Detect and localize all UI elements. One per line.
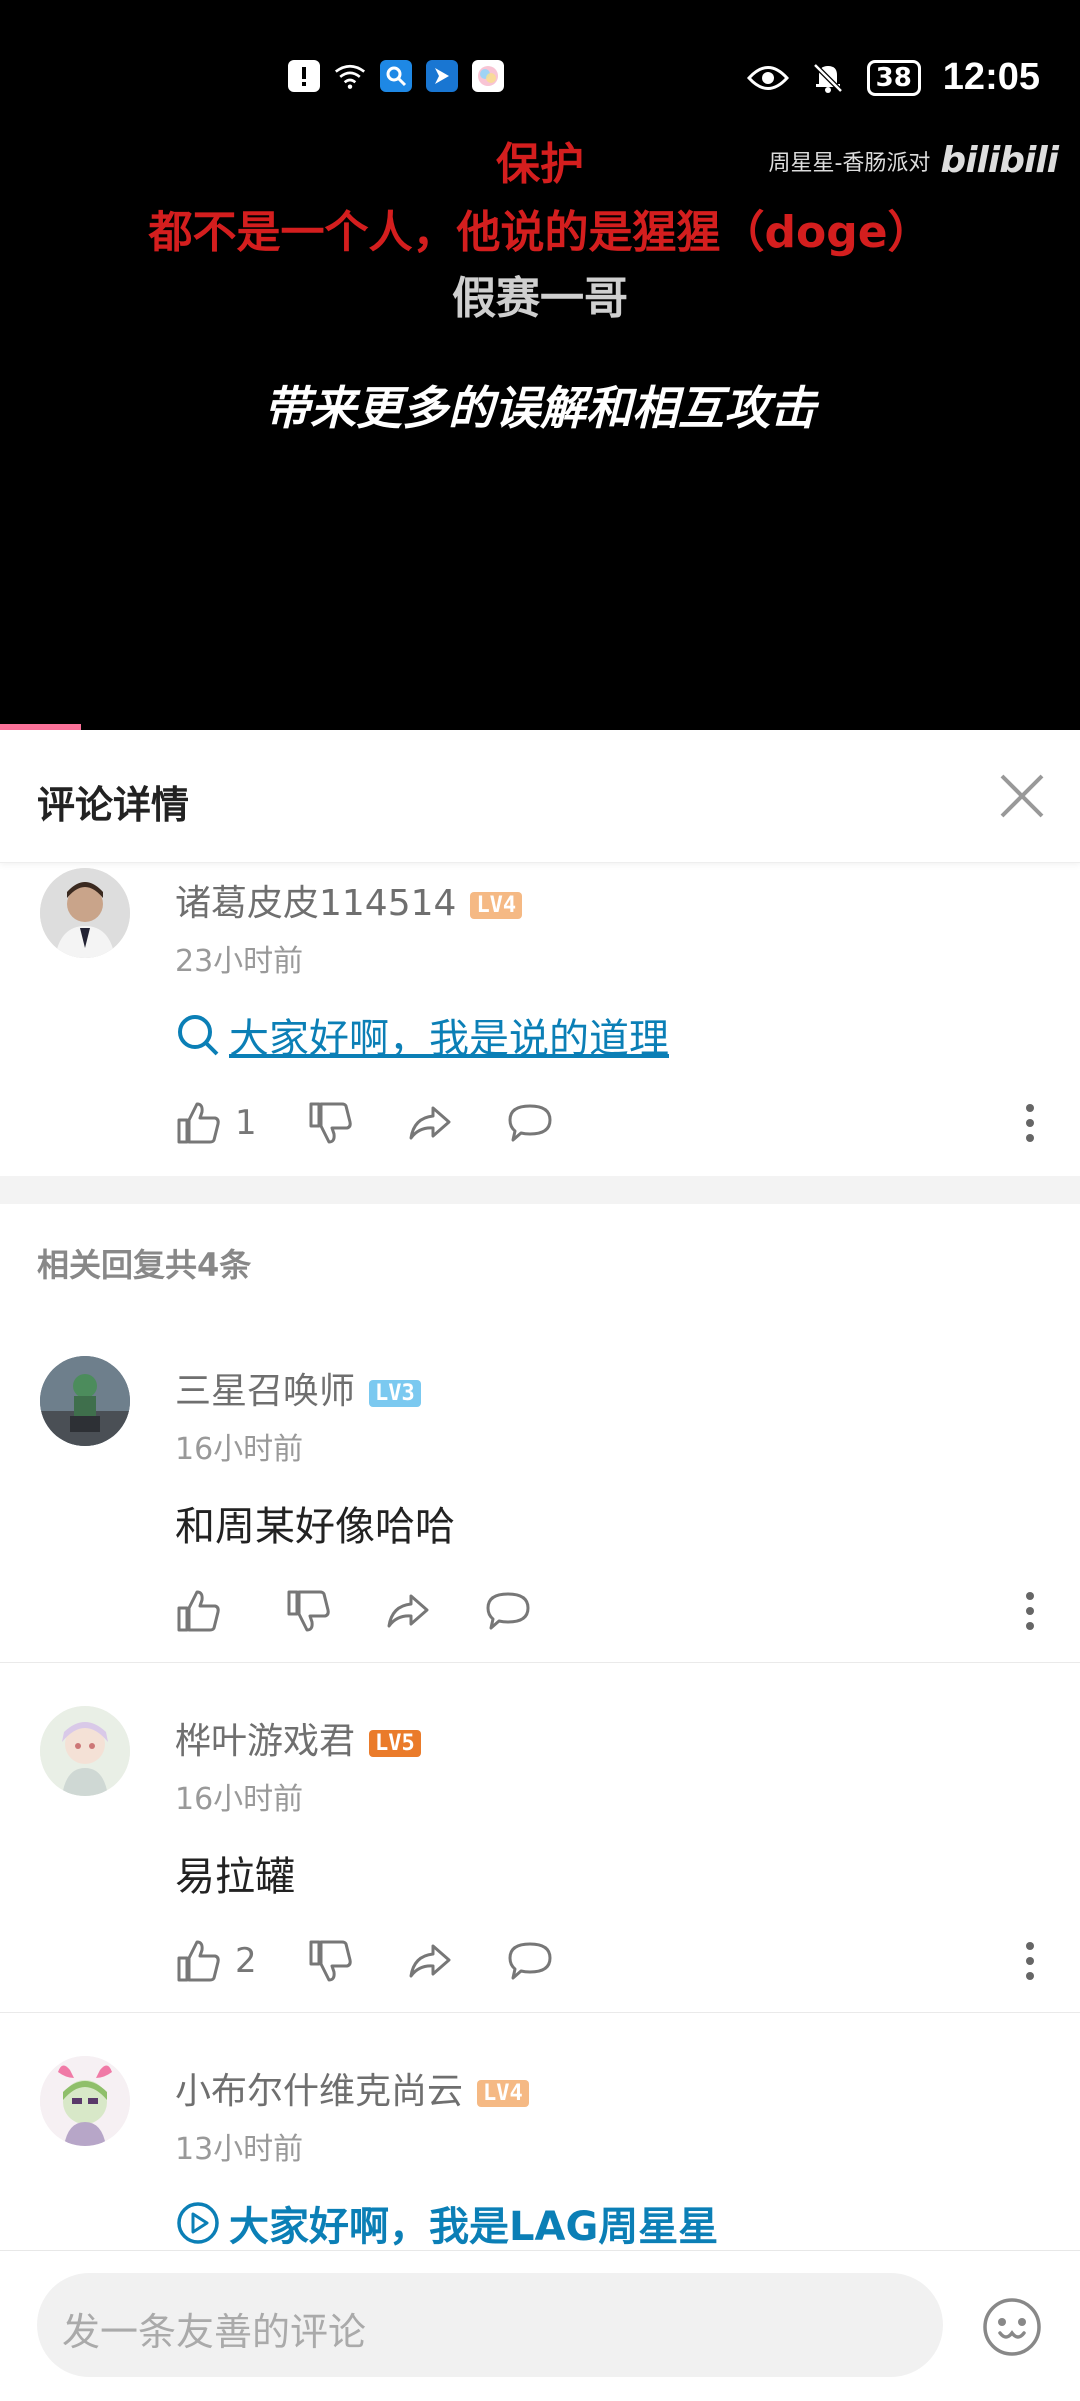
comment-text: 和周某好像哈哈 (175, 1504, 455, 1550)
comment-video-link[interactable]: 大家好啊，我是LAG周星星 (175, 2194, 718, 2252)
wifi-icon (334, 60, 366, 92)
like-count: 1 (235, 1103, 257, 1143)
share-button[interactable] (407, 1936, 457, 1986)
close-icon[interactable] (994, 768, 1050, 824)
danmaku-line: 都不是一个人，他说的是猩猩（doge） (148, 207, 932, 258)
thumbs-up-icon (177, 1940, 220, 1982)
thumbs-up-icon (177, 1590, 220, 1632)
reply-button[interactable] (507, 1936, 557, 1986)
dislike-button[interactable] (307, 1098, 357, 1148)
comment-actions (175, 1586, 585, 1636)
reply-item: 小布尔什维克尚云 LV4 13小时前 大家好啊，我是LAG周星星 (0, 2050, 1080, 2250)
search-icon (178, 1015, 219, 1056)
avatar[interactable] (40, 2056, 130, 2146)
more-options-icon[interactable] (1022, 1098, 1038, 1148)
like-button[interactable]: 2 (175, 1938, 257, 1984)
like-button[interactable]: 1 (175, 1100, 257, 1146)
clock: 12:05 (942, 56, 1040, 98)
reply-separator (0, 1662, 1080, 1663)
username-row: 桦叶游戏君 LV5 (175, 1712, 421, 1764)
alert-icon (288, 60, 320, 92)
battery-indicator: 38 (866, 59, 921, 96)
mute-bell-icon (812, 62, 843, 93)
level-badge: LV3 (369, 1379, 421, 1407)
status-bar: 38 12:05 (0, 50, 1080, 110)
danmaku-line: 假赛一哥 (452, 273, 628, 324)
play-circle-icon (177, 2202, 219, 2244)
share-icon (409, 1106, 451, 1140)
dislike-button[interactable] (307, 1936, 357, 1986)
username[interactable]: 三星召唤师 (175, 1371, 355, 1412)
danmaku-line: 保护 (496, 139, 584, 190)
username-row: 三星召唤师 LV3 (175, 1362, 421, 1414)
comment-bubble-icon (508, 1942, 552, 1980)
avatar[interactable] (40, 1706, 130, 1796)
comment-time: 16小时前 (175, 1432, 304, 1467)
video-player[interactable]: 38 12:05 周星星-香肠派对 bilibili 保护 都不是一个人，他说的… (0, 0, 1080, 730)
emoji-icon[interactable] (982, 2297, 1042, 2357)
more-options-icon[interactable] (1022, 1936, 1038, 1986)
comment-text[interactable]: 大家好啊，我是LAG周星星 (229, 2194, 718, 2252)
comment-text[interactable]: 大家好啊，我是说的道理 (229, 1006, 669, 1064)
input-placeholder: 发一条友善的评论 (62, 2310, 367, 2354)
video-subtitle: 带来更多的误解和相互攻击 (264, 381, 816, 435)
comment-time: 23小时前 (175, 944, 304, 979)
reply-item: 桦叶游戏君 LV5 16小时前 易拉罐 2 (0, 1700, 1080, 2012)
comment-bubble-icon (508, 1104, 552, 1142)
comment-bubble-icon (486, 1592, 530, 1630)
main-comment: 诸葛皮皮114514 LV4 23小时前 大家好啊，我是说的道理 1 (0, 862, 1080, 1176)
comment-text: 易拉罐 (175, 1854, 295, 1900)
comment-input-bar: 发一条友善的评论 (0, 2250, 1080, 2401)
avatar[interactable] (40, 868, 130, 958)
share-icon (387, 1594, 429, 1628)
more-options-icon[interactable] (1022, 1586, 1038, 1636)
search-app-icon (380, 60, 412, 92)
share-icon (409, 1944, 451, 1978)
reply-button[interactable] (485, 1586, 535, 1636)
thumbs-down-icon (309, 1102, 352, 1144)
comment-input[interactable]: 发一条友善的评论 (37, 2273, 943, 2377)
dislike-button[interactable] (285, 1586, 335, 1636)
reply-separator (0, 2012, 1080, 2013)
username[interactable]: 桦叶游戏君 (175, 1721, 355, 1762)
comment-search-link[interactable]: 大家好啊，我是说的道理 (175, 1006, 669, 1064)
thumbs-up-icon (177, 1102, 220, 1144)
replies-count-header: 相关回复共4条 (37, 1246, 252, 1284)
like-count: 2 (235, 1941, 257, 1981)
reply-button[interactable] (507, 1098, 557, 1148)
username-row: 诸葛皮皮114514 LV4 (175, 874, 523, 926)
level-badge: LV4 (477, 2079, 529, 2107)
section-divider (0, 1176, 1080, 1204)
like-button[interactable] (175, 1588, 235, 1634)
level-badge: LV5 (369, 1729, 421, 1757)
share-button[interactable] (407, 1098, 457, 1148)
eye-icon (746, 65, 789, 90)
thumbs-down-icon (287, 1590, 330, 1632)
comment-actions: 2 (175, 1936, 607, 1986)
comment-time: 16小时前 (175, 1782, 304, 1817)
comment-actions: 1 (175, 1098, 607, 1148)
thumbs-down-icon (309, 1940, 352, 1982)
reply-item: 三星召唤师 LV3 16小时前 和周某好像哈哈 (0, 1350, 1080, 1662)
share-button[interactable] (385, 1586, 435, 1636)
page-title: 评论详情 (37, 783, 190, 827)
username[interactable]: 诸葛皮皮114514 (175, 883, 456, 924)
comment-time: 13小时前 (175, 2132, 304, 2167)
comment-detail-header: 评论详情 (0, 730, 1080, 863)
level-badge: LV4 (470, 891, 523, 919)
username[interactable]: 小布尔什维克尚云 (175, 2071, 463, 2112)
messenger-app-icon (426, 60, 458, 92)
gallery-app-icon (472, 60, 504, 92)
username-row: 小布尔什维克尚云 LV4 (175, 2062, 529, 2114)
avatar[interactable] (40, 1356, 130, 1446)
